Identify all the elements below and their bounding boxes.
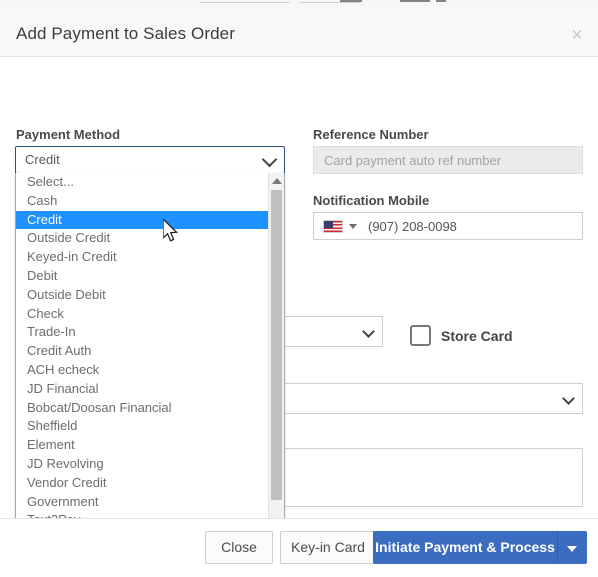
dropdown-option[interactable]: Outside Debit bbox=[16, 286, 269, 305]
close-button[interactable]: Close bbox=[205, 531, 273, 564]
background-rule bbox=[200, 2, 290, 3]
caret-down-icon[interactable] bbox=[349, 224, 357, 229]
dropdown-option[interactable]: Bobcat/Doosan Financial bbox=[16, 399, 269, 418]
dropdown-option[interactable]: Outside Credit bbox=[16, 229, 269, 248]
caret-down-icon bbox=[567, 545, 577, 552]
dropdown-option[interactable]: Check bbox=[16, 305, 269, 324]
dropdown-option[interactable]: Cash bbox=[16, 192, 269, 211]
payment-method-select[interactable]: Credit bbox=[15, 146, 285, 174]
dropdown-option[interactable]: Element bbox=[16, 436, 269, 455]
dropdown-option[interactable]: Vendor Credit bbox=[16, 474, 269, 493]
dropdown-option[interactable]: Government bbox=[16, 493, 269, 512]
close-icon[interactable]: ✕ bbox=[570, 28, 584, 43]
payment-method-value: Credit bbox=[25, 152, 60, 167]
background-artifact bbox=[436, 0, 446, 2]
scroll-up-arrow-icon[interactable] bbox=[271, 178, 282, 184]
chevron-down-icon bbox=[362, 324, 375, 338]
add-payment-modal: Add Payment to Sales Order ✕ Payment Met… bbox=[0, 9, 598, 577]
notification-mobile-value: (907) 208-0098 bbox=[368, 219, 457, 234]
dropdown-options: Select... Cash Credit Outside Credit Key… bbox=[16, 173, 269, 518]
notification-mobile-label: Notification Mobile bbox=[313, 193, 430, 208]
dropdown-option[interactable]: Text2Pay bbox=[16, 511, 269, 518]
reference-number-input[interactable]: Card payment auto ref number bbox=[313, 146, 583, 174]
dropdown-option[interactable]: ACH echeck bbox=[16, 361, 269, 380]
initiate-payment-dropdown-toggle[interactable] bbox=[557, 531, 587, 564]
initiate-payment-button[interactable]: Initiate Payment & Process bbox=[373, 531, 557, 564]
dropdown-option[interactable]: Select... bbox=[16, 173, 269, 192]
notification-mobile-input[interactable]: (907) 208-0098 bbox=[313, 212, 583, 240]
key-in-card-button[interactable]: Key-in Card bbox=[280, 531, 376, 564]
modal-footer: Close Key-in Card Initiate Payment & Pro… bbox=[0, 518, 598, 576]
occluded-wide-select[interactable] bbox=[240, 383, 583, 414]
dropdown-scrollbar[interactable] bbox=[268, 173, 284, 518]
page-title: Add Payment to Sales Order bbox=[16, 24, 235, 43]
dropdown-option[interactable]: JD Revolving bbox=[16, 455, 269, 474]
notes-textarea[interactable] bbox=[240, 448, 583, 507]
payment-method-dropdown-list[interactable]: Select... Cash Credit Outside Credit Key… bbox=[15, 173, 285, 518]
store-card-checkbox[interactable] bbox=[410, 325, 431, 346]
modal-header: Add Payment to Sales Order ✕ bbox=[0, 9, 598, 57]
us-flag-icon[interactable] bbox=[323, 220, 343, 233]
dropdown-option[interactable]: Credit Auth bbox=[16, 342, 269, 361]
dropdown-option[interactable]: Keyed-in Credit bbox=[16, 248, 269, 267]
scrollbar-thumb[interactable] bbox=[271, 190, 282, 500]
payment-method-label: Payment Method bbox=[16, 127, 121, 142]
dropdown-option-selected[interactable]: Credit bbox=[16, 210, 269, 230]
reference-number-placeholder: Card payment auto ref number bbox=[324, 153, 502, 168]
reference-number-label: Reference Number bbox=[313, 127, 429, 142]
dropdown-option[interactable]: JD Financial bbox=[16, 380, 269, 399]
background-rule bbox=[300, 2, 360, 3]
dropdown-option[interactable]: Debit bbox=[16, 267, 269, 286]
dropdown-option[interactable]: Sheffield bbox=[16, 417, 269, 436]
background-artifact bbox=[400, 0, 430, 2]
chevron-down-icon bbox=[261, 151, 278, 168]
store-card-label: Store Card bbox=[441, 328, 513, 344]
chevron-down-icon bbox=[562, 391, 575, 405]
modal-body: Payment Method Credit Reference Number C… bbox=[0, 57, 598, 518]
dropdown-option[interactable]: Trade-In bbox=[16, 323, 269, 342]
